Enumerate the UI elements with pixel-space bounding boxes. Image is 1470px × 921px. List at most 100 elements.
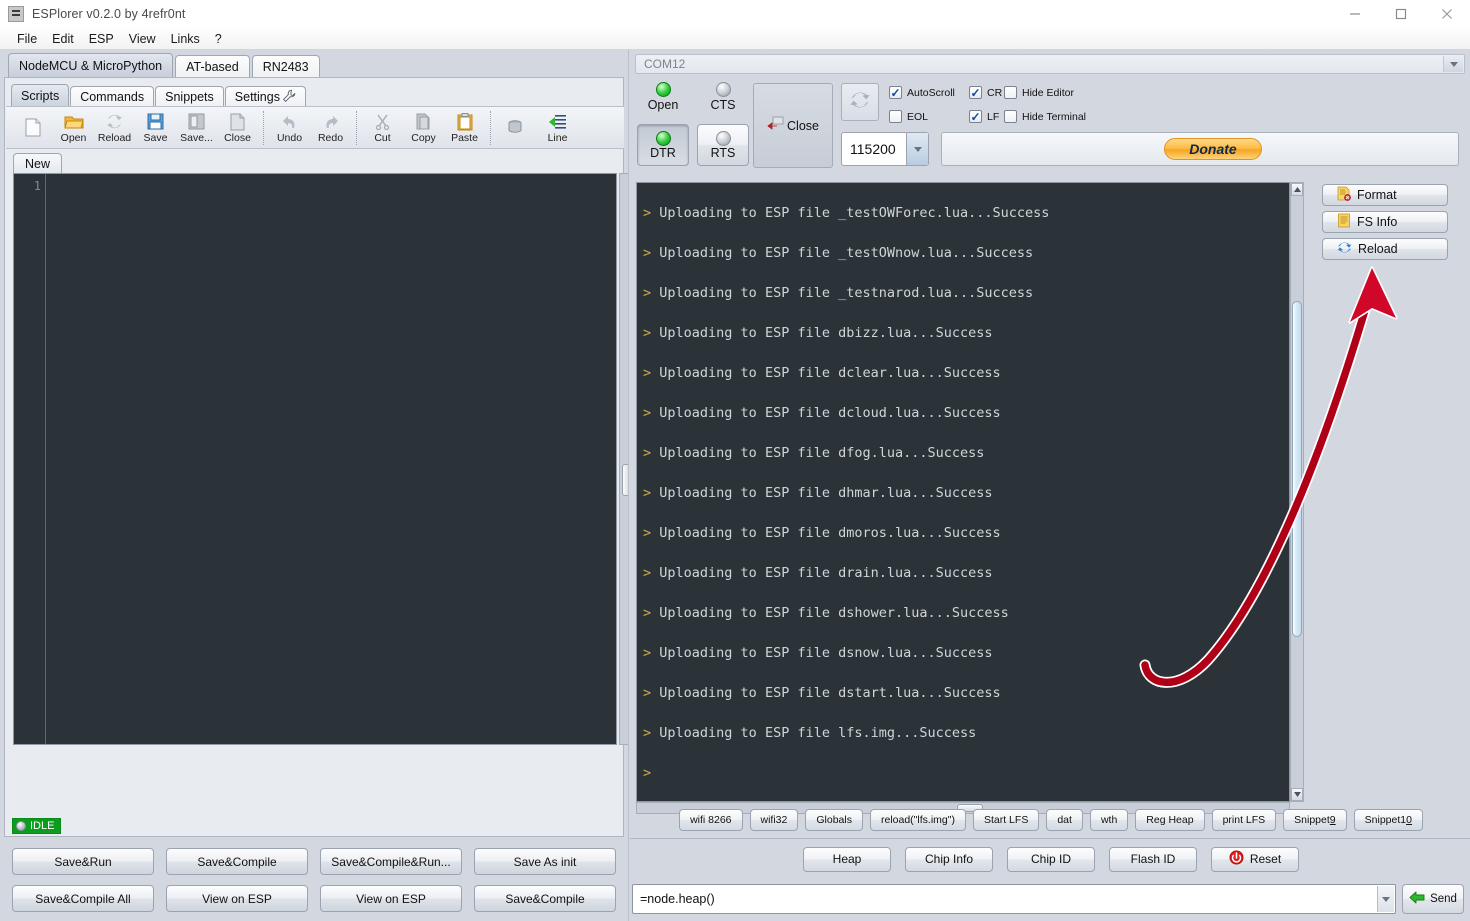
snippet-dat[interactable]: dat: [1046, 809, 1083, 831]
tab-rn2483[interactable]: RN2483: [251, 55, 320, 78]
tab-commands[interactable]: Commands: [70, 86, 155, 107]
toolbar-new[interactable]: [12, 107, 53, 148]
toolbar-line[interactable]: Line: [537, 107, 578, 148]
refresh-ports-button[interactable]: [841, 83, 879, 121]
snippet-print-lfs[interactable]: print LFS: [1211, 809, 1277, 831]
tab-scripts[interactable]: Scripts: [11, 84, 70, 107]
save-as-icon: [188, 112, 205, 132]
menu-help[interactable]: ?: [208, 30, 229, 48]
snippet-start-lfs[interactable]: Start LFS: [972, 809, 1040, 831]
checkbox-box[interactable]: [1004, 110, 1017, 123]
minimize-icon[interactable]: [1332, 0, 1378, 28]
command-bar: =node.heap() Send: [632, 882, 1470, 916]
command-input[interactable]: =node.heap(): [632, 884, 1396, 914]
cr-checkbox[interactable]: ✓ CR: [969, 86, 1002, 99]
com-port-selector[interactable]: COM12: [635, 54, 1465, 74]
chevron-down-icon[interactable]: [1443, 56, 1463, 72]
maximize-icon[interactable]: [1378, 0, 1424, 28]
reset-button[interactable]: Reset: [1211, 846, 1299, 872]
info-button-row: Heap Chip Info Chip ID Flash ID Reset: [636, 846, 1466, 872]
close-connection-button[interactable]: Close: [753, 83, 833, 168]
reload-button[interactable]: Reload: [1322, 238, 1448, 260]
toolbar-save[interactable]: Save: [135, 107, 176, 148]
toolbar-copy[interactable]: Copy: [403, 107, 444, 148]
snippet-reload-lfs[interactable]: reload("lfs.img"): [869, 809, 966, 831]
snippet-wifi-8266[interactable]: wifi 8266: [679, 809, 743, 831]
menu-file[interactable]: File: [10, 30, 44, 48]
donate-button[interactable]: Donate: [1164, 138, 1262, 160]
snippet-globals[interactable]: Globals: [805, 809, 863, 831]
view-on-esp-button-2[interactable]: View on ESP: [320, 885, 462, 912]
rts-toggle[interactable]: RTS: [697, 124, 749, 166]
save-compile-all-button[interactable]: Save&Compile All: [12, 885, 154, 912]
chevron-down-icon[interactable]: [1377, 886, 1394, 912]
refresh-icon: [849, 89, 871, 116]
fs-info-button[interactable]: FS Info: [1322, 211, 1448, 233]
code-editor[interactable]: 1: [13, 173, 617, 745]
checkbox-box[interactable]: ✓: [969, 110, 982, 123]
terminal-line: > Uploading to ESP file dmoros.lua...Suc…: [643, 513, 1289, 553]
menu-links[interactable]: Links: [164, 30, 207, 48]
checkbox-box[interactable]: ✓: [889, 86, 902, 99]
terminal-line: > Uploading to ESP file dsnow.lua...Succ…: [643, 633, 1289, 673]
save-and-compile-button[interactable]: Save&Compile: [166, 848, 308, 875]
autoscroll-checkbox[interactable]: ✓ AutoScroll: [889, 86, 955, 99]
snippet-10[interactable]: Snippet1 0: [1353, 809, 1423, 831]
eol-checkbox[interactable]: EOL: [889, 110, 928, 123]
chip-info-button[interactable]: Chip Info: [905, 846, 993, 872]
cts-led-icon: [715, 82, 731, 97]
hide-terminal-checkbox[interactable]: Hide Terminal: [1004, 110, 1086, 123]
heap-button[interactable]: Heap: [803, 846, 891, 872]
save-and-run-button[interactable]: Save&Run: [12, 848, 154, 875]
checkbox-box[interactable]: [1004, 86, 1017, 99]
toolbar-undo[interactable]: Undo: [269, 107, 310, 148]
terminal-line: > Uploading to ESP file _testOWForec.lua…: [643, 193, 1289, 233]
terminal-line: >: [643, 753, 1289, 793]
chip-id-button[interactable]: Chip ID: [1007, 846, 1095, 872]
snippet-wth[interactable]: wth: [1089, 809, 1129, 831]
tab-snippets[interactable]: Snippets: [155, 86, 224, 107]
view-on-esp-button-1[interactable]: View on ESP: [166, 885, 308, 912]
lf-checkbox[interactable]: ✓ LF: [969, 110, 999, 123]
checkbox-box[interactable]: ✓: [969, 86, 982, 99]
hide-editor-checkbox[interactable]: Hide Editor: [1004, 86, 1074, 99]
tab-settings[interactable]: Settings: [224, 86, 306, 107]
close-icon[interactable]: [1424, 0, 1470, 28]
toolbar-reload[interactable]: Reload: [94, 107, 135, 148]
snippet-reg-heap[interactable]: Reg Heap: [1135, 809, 1205, 831]
terminal-output[interactable]: > Uploading to ESP file _testOWForec.lua…: [636, 182, 1290, 802]
send-button[interactable]: Send: [1402, 884, 1464, 914]
snippet-9[interactable]: Snippet 9: [1283, 809, 1347, 831]
toolbar-close[interactable]: Close: [217, 107, 258, 148]
toolbar-save-as[interactable]: Save...: [176, 107, 217, 148]
terminal-vertical-scrollbar[interactable]: [1290, 182, 1304, 802]
toolbar-redo[interactable]: Redo: [310, 107, 351, 148]
save-as-init-button[interactable]: Save As init: [474, 848, 616, 875]
toolbar-cut[interactable]: Cut: [362, 107, 403, 148]
tab-at-based[interactable]: AT-based: [175, 55, 250, 78]
file-tab-new[interactable]: New: [13, 153, 63, 174]
chevron-down-icon[interactable]: [906, 133, 928, 165]
toolbar-open[interactable]: Open: [53, 107, 94, 148]
terminal-line: > Uploading to ESP file drain.lua...Succ…: [643, 553, 1289, 593]
scroll-down-button[interactable]: [1291, 788, 1303, 801]
toolbar-database[interactable]: [496, 107, 537, 148]
terminal-scrollbar-thumb[interactable]: [1292, 301, 1302, 637]
menu-view[interactable]: View: [122, 30, 163, 48]
snippet-wifi32[interactable]: wifi32: [749, 809, 799, 831]
divider: [630, 838, 1470, 839]
menu-edit[interactable]: Edit: [45, 30, 81, 48]
flash-id-button[interactable]: Flash ID: [1109, 846, 1197, 872]
menu-esp[interactable]: ESP: [82, 30, 121, 48]
save-compile-button-2[interactable]: Save&Compile: [474, 885, 616, 912]
code-editor-body[interactable]: [46, 174, 616, 744]
status-led-icon: [16, 821, 26, 831]
checkbox-box[interactable]: [889, 110, 902, 123]
tab-nodemcu-micropython[interactable]: NodeMCU & MicroPython: [8, 53, 174, 78]
format-button[interactable]: Format: [1322, 184, 1448, 206]
baud-rate-select[interactable]: 115200: [841, 132, 929, 166]
toolbar-paste[interactable]: Paste: [444, 107, 485, 148]
dtr-toggle[interactable]: DTR: [637, 124, 689, 166]
scroll-up-button[interactable]: [1291, 183, 1303, 196]
save-compile-run-button[interactable]: Save&Compile&Run...: [320, 848, 462, 875]
